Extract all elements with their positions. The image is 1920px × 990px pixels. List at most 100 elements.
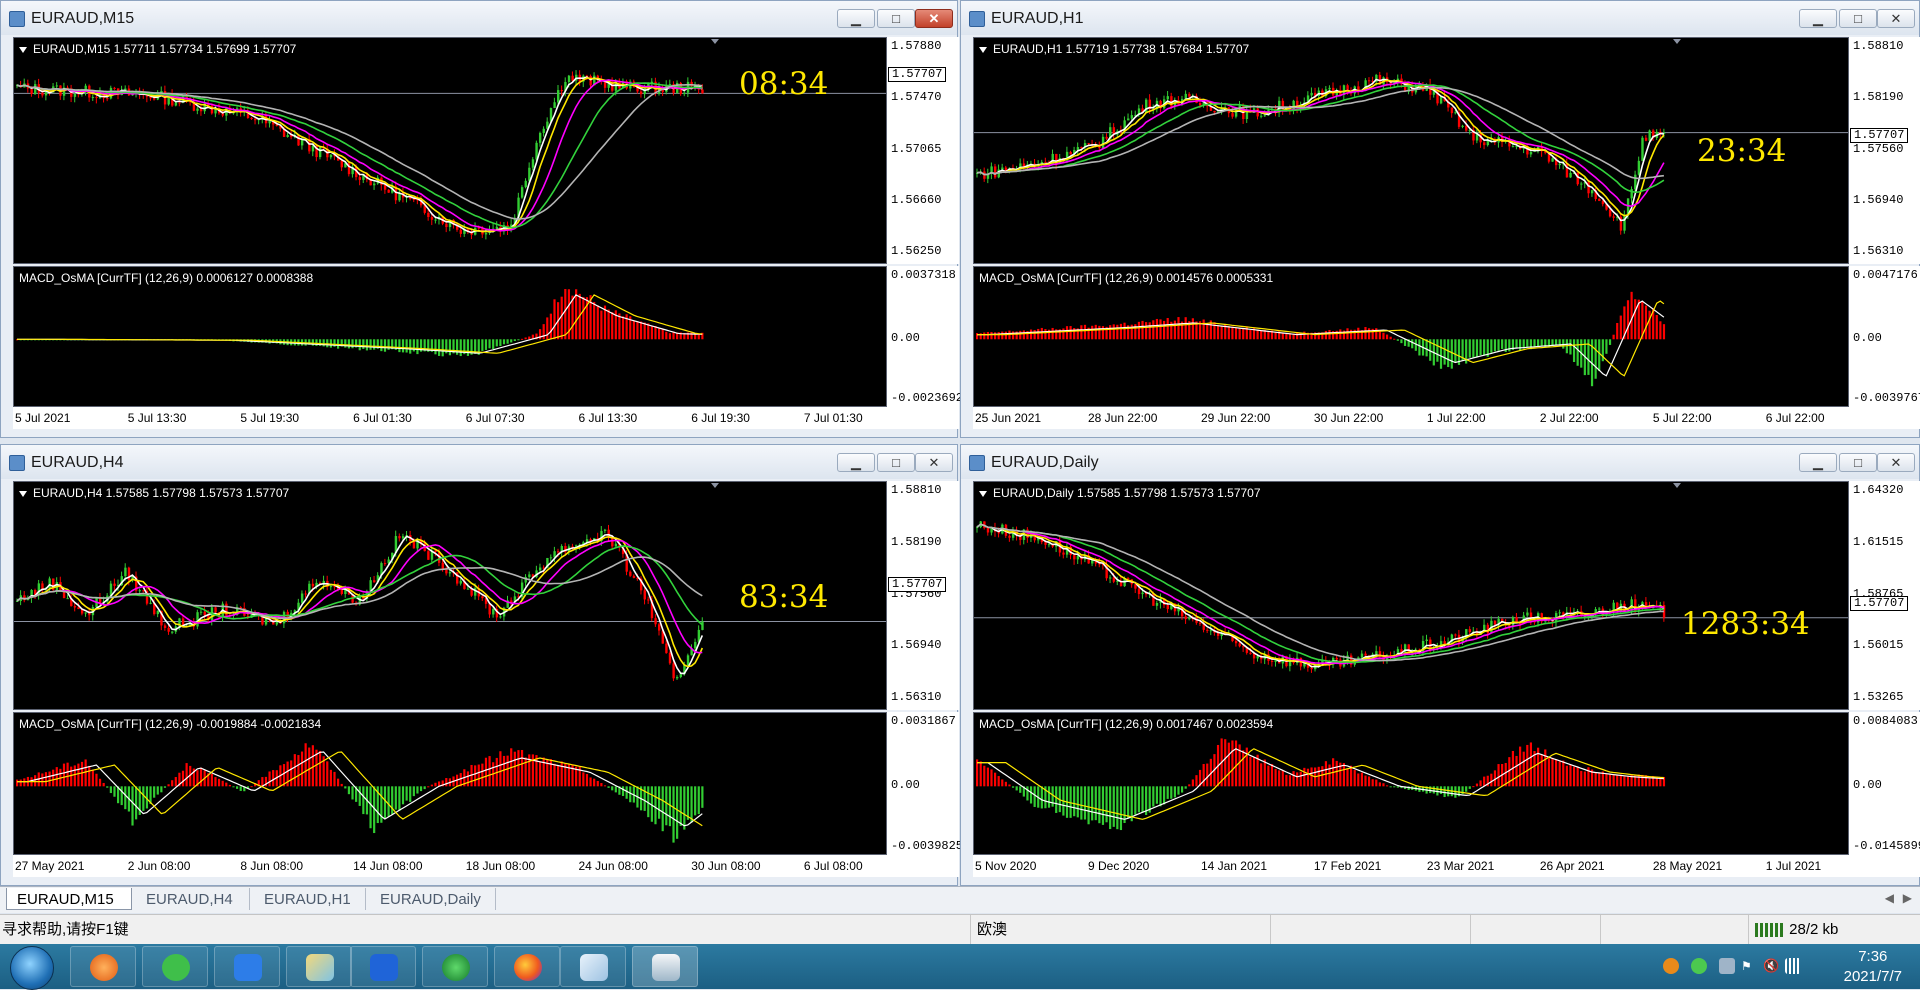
price-axis[interactable]: 1.58810 1.58190 1.57560 1.56940 1.56310 1.577… (887, 481, 959, 710)
candle-body (124, 567, 127, 577)
window-titlebar[interactable]: EURAUD,H4 ▁ □ ✕ (1, 445, 957, 479)
candle-body (311, 583, 315, 587)
maximize-button[interactable]: □ (877, 453, 915, 472)
mt4-app-icon (652, 954, 680, 981)
osma-bar (340, 783, 343, 787)
tab-euraud-h1[interactable]: EURAUD,H1 (254, 888, 366, 910)
time-axis[interactable]: 25 Jun 2021 28 Jun 22:00 29 Jun 22:00 30 Ju… (973, 407, 1920, 429)
price-tick-label: 1.56310 (1853, 244, 1904, 258)
collapse-triangle-icon[interactable] (979, 46, 987, 53)
candle-body (459, 580, 463, 584)
osma-bar (1583, 771, 1586, 787)
tab-euraud-m15[interactable]: EURAUD,M15 (6, 888, 132, 910)
candle-body (196, 108, 199, 111)
chart-window-m15[interactable]: EURAUD,M15 ▁ □ ✕ EURAUD,M15 1.57711 1.57734 … (0, 0, 963, 438)
time-axis[interactable]: 5 Jul 2021 5 Jul 13:30 5 Jul 19:30 6 Jul 01… (13, 407, 959, 429)
candle-body (373, 183, 376, 186)
chart-window-h4[interactable]: EURAUD,H4 ▁ □ ✕ EURAUD,H4 1.57585 1.57798 1.… (0, 444, 963, 886)
chart-window-h1[interactable]: EURAUD,H1 ▁ □ ✕ EURAUD,H1 1.57719 1.57738 1.… (960, 0, 1920, 438)
tab-scroll-right-icon[interactable]: ▶ (1903, 891, 1912, 905)
taskbar-clock[interactable]: 7:36 2021/7/7 (1844, 947, 1902, 987)
chart-window-daily[interactable]: EURAUD,Daily ▁ □ ✕ EURAUD,Daily 1.57585 1.57… (960, 444, 1920, 886)
minimize-button[interactable]: ▁ (1799, 453, 1837, 472)
tab-euraud-daily[interactable]: EURAUD,Daily (370, 888, 496, 910)
osma-bar (1152, 786, 1155, 807)
macd-osma-pane[interactable]: MACD_OsMA [CurrTF] (12,26,9) -0.0019884 … (13, 712, 887, 855)
window-titlebar[interactable]: EURAUD,M15 ▁ □ ✕ (1, 1, 957, 35)
price-pane[interactable]: EURAUD,Daily 1.57585 1.57798 1.57573 1.5… (973, 481, 1849, 710)
start-orb-icon[interactable] (10, 946, 54, 990)
tab-scroll-left-icon[interactable]: ◀ (1885, 891, 1894, 905)
osma-bar (217, 778, 221, 787)
maximize-button[interactable]: □ (1839, 9, 1877, 28)
osma-bar (358, 339, 361, 351)
minimize-button[interactable]: ▁ (837, 453, 875, 472)
macd-osma-pane[interactable]: MACD_OsMA [CurrTF] (12,26,9) 0.0014576 0… (973, 266, 1849, 407)
osma-bar (1594, 772, 1597, 787)
maximize-button[interactable]: □ (877, 9, 915, 28)
window-titlebar[interactable]: EURAUD,Daily ▁ □ ✕ (961, 445, 1919, 479)
taskbar-circle-app[interactable] (422, 946, 488, 987)
osma-bar (1339, 329, 1342, 340)
collapse-triangle-icon[interactable] (19, 46, 27, 53)
tray-app-icon[interactable] (1663, 958, 1679, 974)
taskbar-lark-app[interactable] (350, 946, 416, 987)
time-axis[interactable]: 27 May 2021 2 Jun 08:00 8 Jun 08:00 14 Jun … (13, 855, 959, 877)
tray-wechat-icon[interactable] (1691, 958, 1707, 974)
ma-magenta-line (976, 81, 1665, 208)
time-axis[interactable]: 5 Nov 2020 9 Dec 2020 14 Jan 2021 17 Feb 20… (973, 855, 1920, 877)
taskbar-notepad-app[interactable] (560, 946, 626, 987)
minimize-button[interactable]: ▁ (837, 9, 875, 28)
candle-body (701, 89, 704, 94)
osma-bar (1439, 339, 1443, 369)
tray-signal-icon[interactable] (1785, 958, 1801, 974)
candle-body (318, 147, 322, 158)
tray-network-app-icon[interactable] (1719, 958, 1735, 974)
osma-bar (1562, 760, 1565, 787)
taskbar-firefox-app[interactable] (494, 946, 560, 987)
tab-euraud-h4[interactable]: EURAUD,H4 (136, 888, 250, 910)
candle-body (1637, 160, 1641, 175)
macd-osma-pane[interactable]: MACD_OsMA [CurrTF] (12,26,9) 0.0017467 0… (973, 712, 1849, 855)
taskbar-mt4-app[interactable] (632, 946, 698, 987)
price-tick-label: 1.53265 (1853, 690, 1904, 704)
macd-osma-pane[interactable]: MACD_OsMA [CurrTF] (12,26,9) 0.0006127 0… (13, 266, 887, 407)
close-button[interactable]: ✕ (915, 453, 953, 472)
candle-body (1166, 96, 1169, 100)
minimize-button[interactable]: ▁ (1799, 9, 1837, 28)
candle-body (614, 543, 618, 547)
candle-body (138, 590, 142, 592)
osma-bar (986, 331, 989, 340)
price-axis[interactable]: 1.57880 1.57470 1.57065 1.56660 1.56250 1.577… (887, 37, 959, 264)
osma-bar (1418, 339, 1421, 356)
collapse-triangle-icon[interactable] (979, 490, 987, 497)
candle-body (1364, 653, 1367, 656)
candle-body (557, 90, 560, 103)
tray-volume-icon[interactable]: 🔇 (1763, 958, 1779, 974)
status-connection[interactable]: 28/2 kb (1748, 915, 1920, 945)
taskbar-swirl-app[interactable] (70, 946, 136, 987)
taskbar-wechat-app[interactable] (142, 946, 208, 987)
close-button[interactable]: ✕ (915, 9, 953, 28)
tray-flag-icon[interactable]: ⚑ (1741, 958, 1757, 974)
price-axis[interactable]: 1.58810 1.58190 1.57560 1.56940 1.56310 1.577… (1849, 37, 1920, 264)
taskbar-map-app[interactable] (286, 946, 352, 987)
taskbar-feather-app[interactable] (214, 946, 280, 987)
collapse-triangle-icon[interactable] (19, 490, 27, 497)
ma-white-line (16, 76, 703, 234)
osma-bar (369, 339, 372, 350)
close-button[interactable]: ✕ (1877, 9, 1915, 28)
maximize-button[interactable]: □ (1839, 453, 1877, 472)
osma-bar (34, 775, 37, 787)
candle-body (156, 610, 160, 615)
osma-bar (976, 759, 979, 787)
osma-bar (1472, 786, 1475, 788)
osma-bar (553, 299, 556, 340)
window-titlebar[interactable]: EURAUD,H1 ▁ □ ✕ (961, 1, 1919, 35)
close-button[interactable]: ✕ (1877, 453, 1915, 472)
price-axis[interactable]: 1.64320 1.61515 1.58765 1.56015 1.53265 1.577… (1849, 481, 1920, 710)
osma-bar (1001, 779, 1004, 787)
osma-bar (986, 767, 989, 787)
osma-bar (589, 777, 592, 787)
current-price-label: 1.57707 (888, 67, 947, 82)
